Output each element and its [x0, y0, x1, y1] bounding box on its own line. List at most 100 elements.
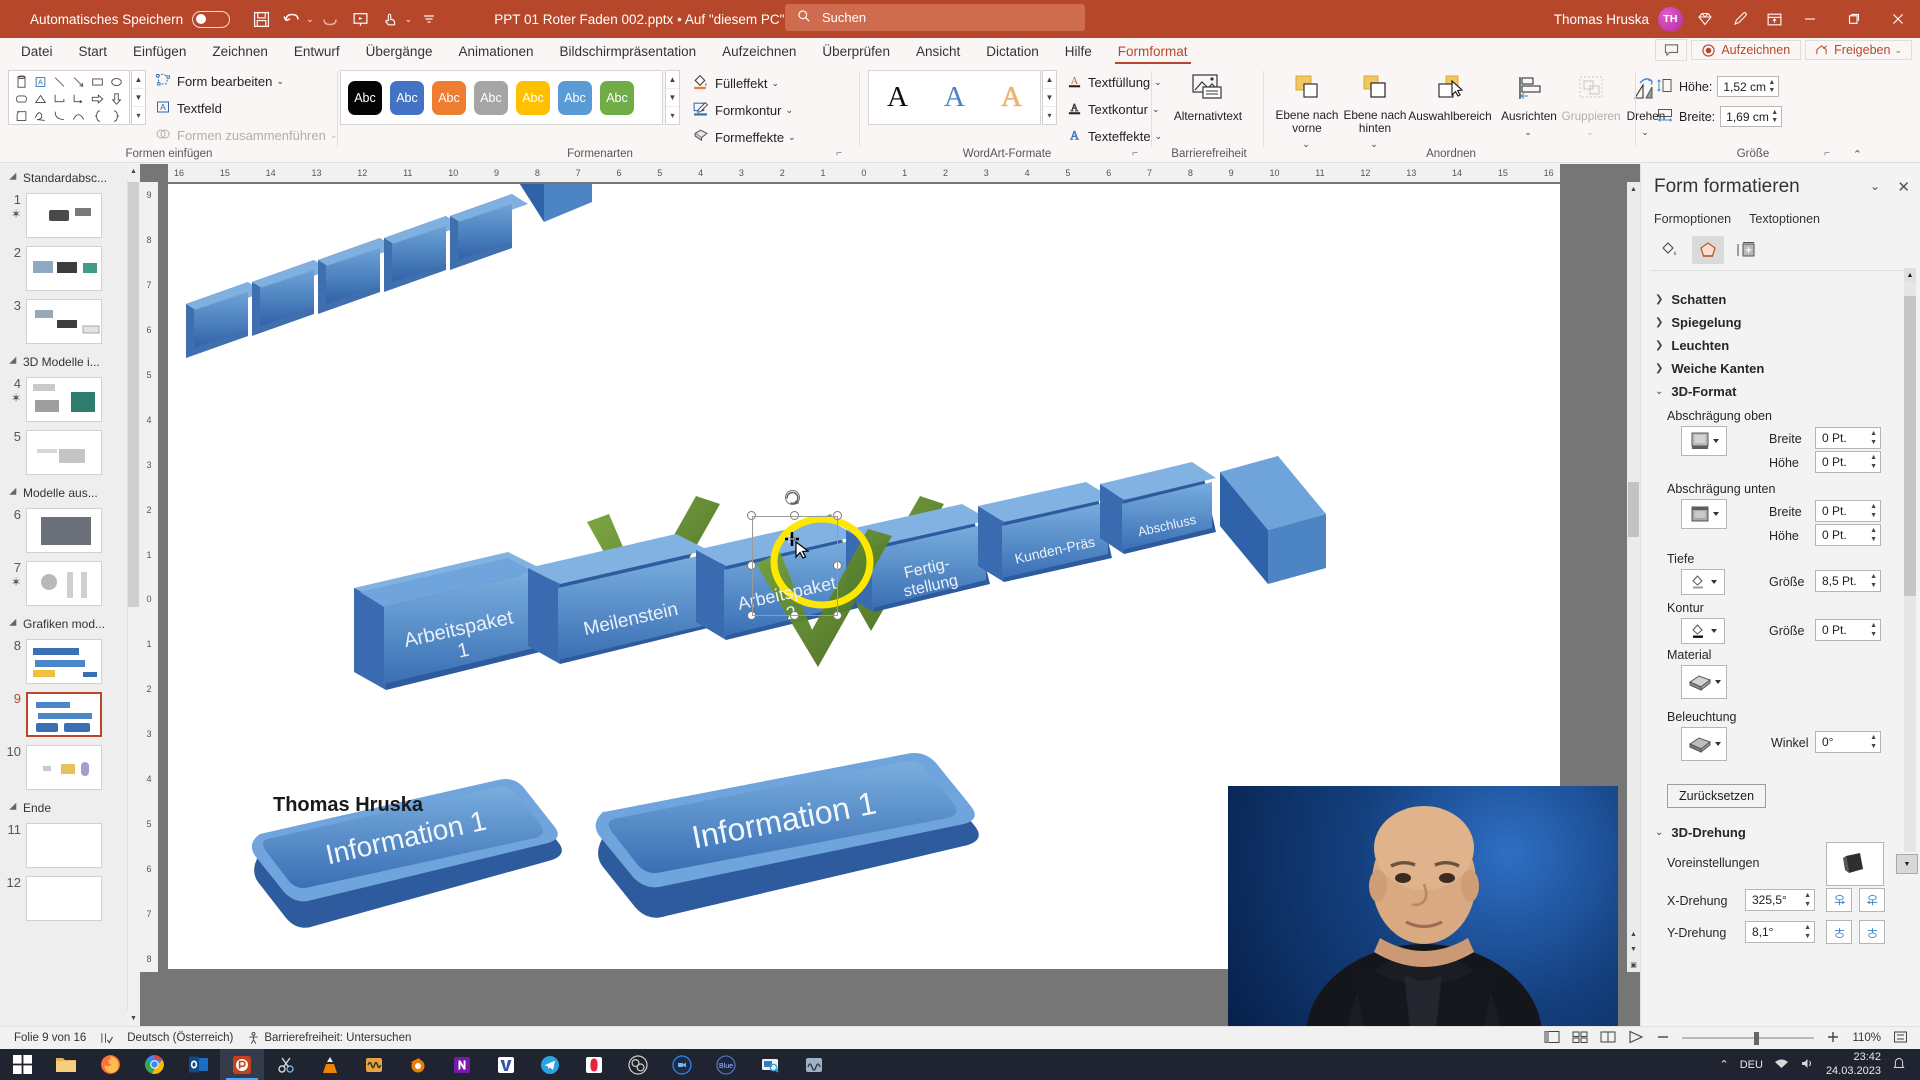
blender-icon[interactable] [396, 1049, 440, 1080]
tab-entwurf[interactable]: Entwurf [281, 41, 353, 62]
slide-thumbnail-preview[interactable] [26, 745, 102, 790]
height-control[interactable]: Höhe: 1,52 cm ▲ ▼ [1656, 76, 1780, 97]
tray-volume-icon[interactable] [1800, 1057, 1815, 1073]
align-button[interactable]: Ausrichten ⌄ [1494, 69, 1564, 149]
width-spinner-icon[interactable]: ▲ ▼ [1771, 109, 1778, 125]
shapes-more-icon[interactable]: ▾ [132, 107, 145, 124]
thumbnail-scroll-thumb[interactable] [128, 182, 139, 607]
visio-icon[interactable] [484, 1049, 528, 1080]
pane-tab-formoptionen[interactable]: Formoptionen [1654, 212, 1731, 226]
slide-thumbnail[interactable]: 7 ✶ [0, 557, 140, 610]
shape-elbow-arrow-icon[interactable] [70, 91, 88, 107]
slide-thumbnail[interactable]: 2 [0, 242, 140, 295]
reading-view-icon[interactable] [1600, 1030, 1616, 1047]
text-outline-button[interactable]: A Textkontur ⌄ [1067, 100, 1160, 119]
shape-right-brace-icon[interactable] [107, 108, 125, 124]
slide-thumbnail[interactable]: 4 ✶ [0, 373, 140, 426]
pane-close-icon[interactable]: ✕ [1897, 178, 1910, 196]
shape-styles-scroll[interactable]: ▲ ▼ ▾ [665, 70, 680, 125]
next-slide-icon[interactable]: ▼ [1627, 942, 1640, 957]
ribbon-options-icon[interactable] [1761, 6, 1788, 32]
spinner-icon[interactable]: ▲ ▼ [1870, 526, 1877, 544]
snipping-tool-icon[interactable] [264, 1049, 308, 1080]
shape-fill-button[interactable]: Fülleffekt ⌄ [692, 73, 779, 93]
text-fill-button[interactable]: A Textfüllung ⌄ [1067, 73, 1162, 92]
depth-color-button[interactable] [1681, 569, 1725, 595]
styles-scroll-up-icon[interactable]: ▲ [666, 71, 679, 89]
y-rotate-down-button[interactable] [1859, 920, 1885, 944]
vlc-icon[interactable] [308, 1049, 352, 1080]
wordart-style-2[interactable]: A [944, 83, 965, 112]
alt-text-button[interactable]: Alternativtext [1173, 69, 1243, 149]
slide-author-text[interactable]: Thomas Hruska [273, 794, 423, 817]
thumbnail-section-header[interactable]: 3D Modelle i... [0, 348, 140, 373]
material-chevron-icon[interactable] [1715, 680, 1721, 684]
wordart-dialog-launcher[interactable]: ⌐ [1132, 148, 1138, 159]
tab-dictation[interactable]: Dictation [973, 41, 1052, 62]
x-rotate-left-button[interactable] [1826, 888, 1852, 912]
shapes-gallery[interactable]: A [8, 70, 130, 125]
tray-clock[interactable]: 23:42 24.03.2023 [1826, 1051, 1881, 1079]
zoom-slider[interactable] [1682, 1031, 1815, 1045]
shape-styles-gallery[interactable]: Abc Abc Abc Abc Abc Abc Abc [340, 70, 663, 125]
tray-language[interactable]: DEU [1740, 1059, 1763, 1071]
y-rotation-input[interactable]: 8,1° ▲ ▼ [1745, 921, 1815, 943]
shape-cylinder-icon[interactable] [13, 74, 31, 90]
shape-outline-chevron-icon[interactable]: ⌄ [785, 105, 793, 116]
restore-button[interactable] [1832, 0, 1876, 38]
tab-animationen[interactable]: Animationen [445, 41, 546, 62]
autosave-control[interactable]: Automatisches Speichern [30, 10, 231, 28]
tab-ueberpruefen[interactable]: Überprüfen [809, 41, 903, 62]
slide-thumbnail-preview[interactable] [26, 823, 102, 868]
spinner-icon[interactable]: ▲ ▼ [1870, 572, 1877, 590]
lighting-chevron-icon[interactable] [1715, 742, 1721, 746]
pane-section-schatten[interactable]: ❯ Schatten [1655, 292, 1726, 307]
bevel-bottom-chevron-icon[interactable] [1713, 512, 1719, 516]
close-button[interactable] [1876, 0, 1920, 38]
avatar[interactable]: TH [1658, 6, 1683, 32]
shape-scribble-icon[interactable] [32, 108, 50, 124]
shape-elbow-connector-icon[interactable] [51, 91, 69, 107]
record-button[interactable]: Aufzeichnen [1691, 40, 1802, 60]
bevel-top-width-input[interactable]: 0 Pt. ▲ ▼ [1815, 427, 1881, 449]
telegram-icon[interactable] [528, 1049, 572, 1080]
text-effects-button[interactable]: A Texteffekte ⌄ [1067, 127, 1162, 146]
autosave-toggle[interactable] [192, 10, 231, 28]
slide-thumbnail-panel[interactable]: Standardabsc... 1 ✶ 2 3 3D Modelle i... 4 ✶ 5 Mod… [0, 164, 140, 1026]
slide-scroll-up-icon[interactable]: ▲ [1627, 182, 1640, 197]
onenote-icon[interactable] [440, 1049, 484, 1080]
shape-left-brace-icon[interactable] [88, 108, 106, 124]
qat-more-icon[interactable]: ⌄ [405, 14, 413, 25]
shape-curve-icon[interactable] [51, 108, 69, 124]
opera-icon[interactable] [572, 1049, 616, 1080]
tab-aufzeichnen[interactable]: Aufzeichnen [709, 41, 809, 62]
shape-outline-button[interactable]: Formkontur ⌄ [692, 100, 793, 120]
x-rotate-right-button[interactable] [1859, 888, 1885, 912]
share-button[interactable]: Freigeben ⌄ [1805, 40, 1912, 60]
pane-tab-textoptionen[interactable]: Textoptionen [1749, 212, 1820, 226]
wordart-more-icon[interactable]: ▾ [1043, 107, 1056, 124]
pane-section-weiche-kanten[interactable]: ❯ Weiche Kanten [1655, 361, 1764, 376]
size-position-icon[interactable] [1730, 236, 1762, 264]
obs-icon[interactable] [616, 1049, 660, 1080]
tray-network-icon[interactable] [1774, 1057, 1789, 1073]
slide-thumbnail-preview[interactable] [26, 430, 102, 475]
reset-button[interactable]: Zurücksetzen [1667, 784, 1767, 808]
thumbnail-section-header[interactable]: Ende [0, 794, 140, 819]
spinner-icon[interactable]: ▲ ▼ [1870, 453, 1877, 471]
shape-style-2[interactable]: Abc [390, 80, 424, 115]
pane-section-3d-format[interactable]: ⌄ 3D-Format [1655, 384, 1736, 399]
tab-einfuegen[interactable]: Einfügen [120, 41, 199, 62]
slide-thumbnail-preview[interactable] [26, 193, 102, 238]
touch-mode-icon[interactable] [377, 6, 404, 32]
zoom-slider-knob[interactable] [1754, 1031, 1760, 1045]
tab-bildschirmpraesentation[interactable]: Bildschirmpräsentation [547, 41, 710, 62]
shape-right-arrow-icon[interactable] [88, 91, 106, 107]
slide-thumbnail[interactable]: 11 [0, 819, 140, 872]
diamond-icon[interactable] [1691, 6, 1718, 32]
spinner-icon[interactable]: ▲ ▼ [1870, 429, 1877, 447]
slide-counter[interactable]: Folie 9 von 16 [14, 1032, 86, 1044]
tab-zeichnen[interactable]: Zeichnen [199, 41, 281, 62]
teamviewer-icon[interactable] [748, 1049, 792, 1080]
thumbnail-section-header[interactable]: Standardabsc... [0, 164, 140, 189]
